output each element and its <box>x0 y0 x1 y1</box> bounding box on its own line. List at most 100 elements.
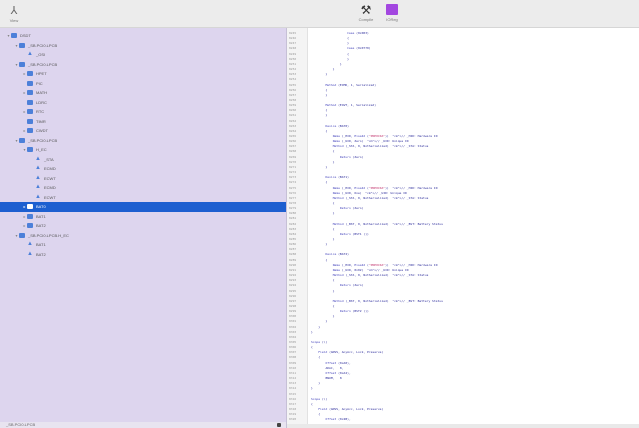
ioreg-button[interactable]: IOReg <box>381 3 403 22</box>
code-line[interactable]: 8298 { <box>287 304 639 308</box>
code-line[interactable]: 8295 } <box>287 289 639 293</box>
code-line[interactable]: 8264 { <box>287 129 639 133</box>
code-line[interactable]: 8274 { <box>287 180 639 184</box>
tree-item[interactable]: ▲ BAT1 <box>0 240 286 250</box>
code-line[interactable]: 8245 Case (0x003) <box>287 31 639 35</box>
code-line[interactable]: 8316 Scope (\) <box>287 397 639 401</box>
code-line[interactable]: 8281 <box>287 216 639 220</box>
tree-item[interactable]: ▲ ECMD <box>0 164 286 174</box>
code-line[interactable]: 8252 } <box>287 67 639 71</box>
horizontal-scrollbar[interactable] <box>287 424 639 428</box>
code-line[interactable]: 8288 Device (BAT2) <box>287 252 639 256</box>
code-line[interactable]: 8246 { <box>287 36 639 40</box>
tree-item[interactable]: ▸ CWDT <box>0 126 286 136</box>
code-line[interactable]: 8266 Name (_UID, Zero) "cm">// _UID: Uni… <box>287 139 639 143</box>
code-line[interactable]: 8319 { <box>287 412 639 416</box>
code-line[interactable]: 8261 } <box>287 113 639 117</box>
code-line[interactable]: 8290 Name (_HID, EisaId ("PNP0C0A")) "cm… <box>287 263 639 267</box>
code-line[interactable]: 8265 Name (_HID, EisaId ("PNP0C0A")) "cm… <box>287 134 639 138</box>
tree-item[interactable]: ▲ BAT2 <box>0 250 286 260</box>
tree-item[interactable]: ▸ BAT1 <box>0 212 286 222</box>
tree-item[interactable]: ▸ HPET <box>0 69 286 79</box>
code-line[interactable]: 8248 Case (0x0770) <box>287 46 639 50</box>
code-line[interactable]: 8305 Scope (\) <box>287 340 639 344</box>
tree-item[interactable]: ▾ DSDT <box>0 31 286 41</box>
compile-button[interactable]: ⚒ Compile <box>355 3 377 22</box>
code-line[interactable]: 8301 } <box>287 319 639 323</box>
code-line[interactable]: 8258 <box>287 98 639 102</box>
code-line[interactable]: 8256 { <box>287 88 639 92</box>
code-line[interactable]: 8317 { <box>287 402 639 406</box>
tree-item[interactable]: ▸ RTC <box>0 107 286 117</box>
code-line[interactable]: 8283 { <box>287 227 639 231</box>
tree-item[interactable]: ▾ _SB.PCI0.LPCB.H_EC <box>0 231 286 241</box>
code-line[interactable]: 8294 Return (Zero) <box>287 283 639 287</box>
code-line[interactable]: 8308 { <box>287 355 639 359</box>
code-line[interactable]: 8269 Return (Zero) <box>287 155 639 159</box>
code-line[interactable]: 8300 } <box>287 314 639 318</box>
tree-item[interactable]: PIC <box>0 79 286 89</box>
code-line[interactable]: 8285 } <box>287 237 639 241</box>
code-line[interactable]: 8299 Return (BST2 ()) <box>287 309 639 313</box>
code-line[interactable]: 8315 <box>287 392 639 396</box>
code-line[interactable]: 8277 Method (_STA, 0, NotSerialized) "cm… <box>287 196 639 200</box>
code-line[interactable]: 8311 Offset (0xA2), <box>287 371 639 375</box>
tree-item[interactable]: ▲ _STA <box>0 155 286 165</box>
code-line[interactable]: 8263 Device (BAT0) <box>287 124 639 128</box>
code-line[interactable]: 8303} <box>287 330 639 334</box>
code-line[interactable]: 8287 <box>287 247 639 251</box>
tree-item[interactable]: ▲ ECWT <box>0 193 286 203</box>
code-line[interactable]: 8296 <box>287 294 639 298</box>
code-line[interactable]: 8279 Return (Zero) <box>287 206 639 210</box>
code-line[interactable]: 8247 } <box>287 41 639 45</box>
view-button[interactable]: ⅄ View <box>6 5 22 23</box>
code-line[interactable]: 8314} <box>287 386 639 390</box>
code-line[interactable]: 8313 } <box>287 381 639 385</box>
code-line[interactable]: 8286 } <box>287 242 639 246</box>
code-line[interactable]: 8260 { <box>287 108 639 112</box>
code-line[interactable]: 8284 Return (BST1 ()) <box>287 232 639 236</box>
tree-item[interactable]: ▸ BAT0 <box>0 202 286 212</box>
code-line[interactable]: 8282 Method (_BST, 0, NotSerialized) "cm… <box>287 222 639 226</box>
tree-item[interactable]: ▾ _SB.PCI0.LPCB <box>0 41 286 51</box>
code-line[interactable]: 8280 } <box>287 211 639 215</box>
code-line[interactable]: 8272 <box>287 170 639 174</box>
code-line[interactable]: 8293 { <box>287 278 639 282</box>
code-line[interactable]: 8273 Device (BAT1) <box>287 175 639 179</box>
code-line[interactable]: 8259 Method (ECWT, 1, Serialized) <box>287 103 639 107</box>
code-line[interactable]: 8309 Offset (0xA0), <box>287 361 639 365</box>
code-line[interactable]: 8267 Method (_STA, 0, NotSerialized) "cm… <box>287 144 639 148</box>
code-line[interactable]: 8278 { <box>287 201 639 205</box>
code-line[interactable]: 8271 } <box>287 165 639 169</box>
code-line[interactable]: 8262 <box>287 119 639 123</box>
code-line[interactable]: 8255 Method (ECMD, 1, Serialized) <box>287 83 639 87</box>
tree-item[interactable]: ▸ BAT2 <box>0 221 286 231</box>
tree-item[interactable]: ▲ _OSI <box>0 50 286 60</box>
tree-item[interactable]: LDRC <box>0 98 286 108</box>
code-line[interactable]: 8306 { <box>287 345 639 349</box>
tree-item[interactable]: ▾ H_EC <box>0 145 286 155</box>
code-line[interactable]: 8270 } <box>287 160 639 164</box>
code-line[interactable]: 8318 Field (GNVS, AnyAcc, Lock, Preserve… <box>287 407 639 411</box>
code-line[interactable]: 8292 Method (_STA, 0, NotSerialized) "cm… <box>287 273 639 277</box>
code-line[interactable]: 8304 <box>287 335 639 339</box>
tree-item[interactable]: ▸ MATH <box>0 88 286 98</box>
code-line[interactable]: 8253 } <box>287 72 639 76</box>
code-line[interactable]: 8320 Offset (0x2B), <box>287 417 639 421</box>
code-line[interactable]: 8250 } <box>287 57 639 61</box>
code-line[interactable]: 8307 Field (GNVS, AnyAcc, Lock, Preserve… <box>287 350 639 354</box>
tree-item[interactable]: ▾ _SB.PCI0.LPCB <box>0 60 286 70</box>
code-editor[interactable]: 8245 Case (0x003) 8246 {8247 } 8248 Case (… <box>287 28 639 428</box>
code-line[interactable]: 8276 Name (_UID, One) "cm">// _UID: Uniq… <box>287 191 639 195</box>
code-line[interactable]: 8289 { <box>287 258 639 262</box>
code-line[interactable]: 8312 BNUM, 8 <box>287 376 639 380</box>
code-line[interactable]: 8254 <box>287 77 639 81</box>
code-line[interactable]: 8249 { <box>287 52 639 56</box>
code-line[interactable]: 8297 Method (_BST, 0, NotSerialized) "cm… <box>287 299 639 303</box>
code-line[interactable]: 8310 ADAC, 8, <box>287 366 639 370</box>
code-line[interactable]: 8302 } <box>287 325 639 329</box>
tree-item[interactable]: ▲ ECMD <box>0 183 286 193</box>
tree-item[interactable]: ▲ ECWT <box>0 174 286 184</box>
code-line[interactable]: 8275 Name (_HID, EisaId ("PNP0C0A")) "cm… <box>287 186 639 190</box>
code-line[interactable]: 8257 } <box>287 93 639 97</box>
